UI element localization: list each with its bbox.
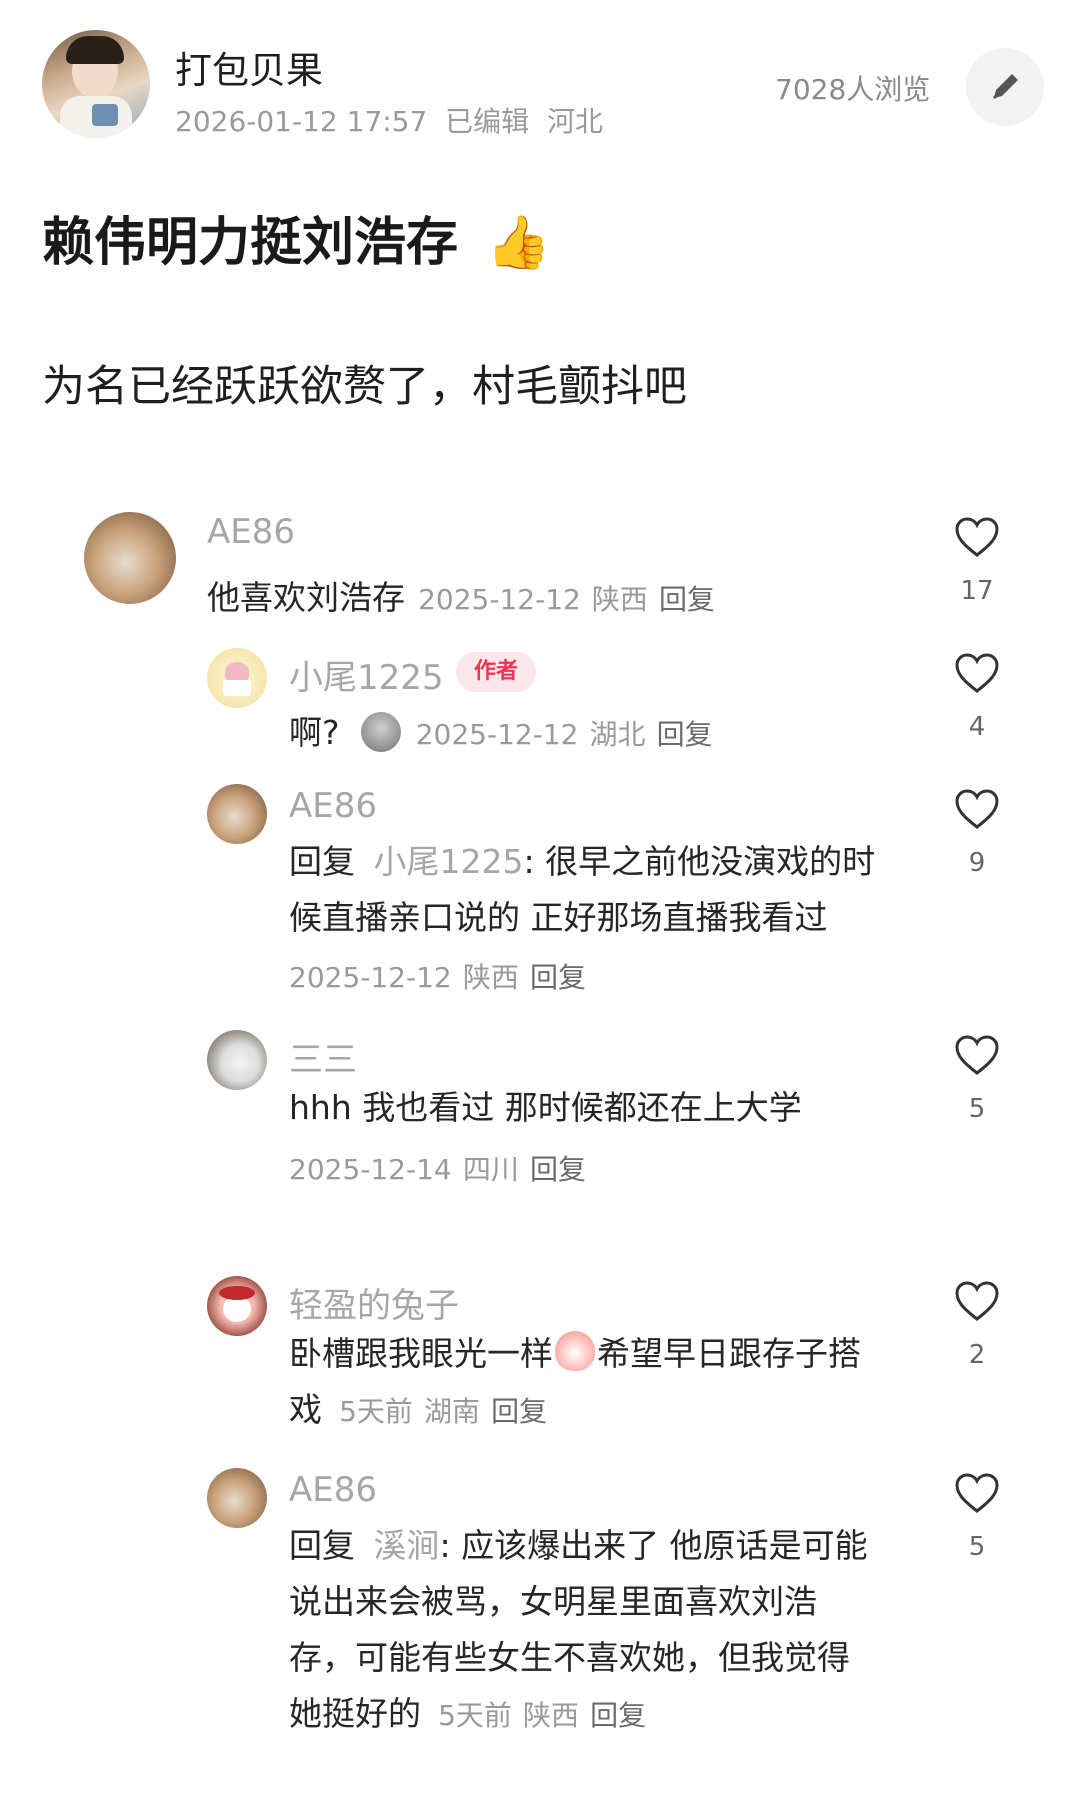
post-title-text: 赖伟明力挺刘浩存: [42, 213, 459, 273]
reply-to-user[interactable]: 溪涧: [374, 1526, 440, 1565]
avatar-ae86[interactable]: [207, 1468, 267, 1528]
comment-meta: 2025-12-14 四川 回复: [289, 1148, 586, 1188]
avatar-ae86[interactable]: [207, 784, 267, 844]
comment-location: 四川: [462, 1153, 519, 1186]
avatar-sansan[interactable]: [207, 1030, 267, 1090]
view-count: 7028人浏览: [775, 73, 931, 106]
post-meta: 2026-01-12 17:57 已编辑 河北: [175, 100, 603, 140]
comment-date: 2025-12-14: [289, 1153, 452, 1186]
like-count: 2: [968, 1340, 986, 1370]
comment-text: 啊?: [289, 713, 340, 752]
post-location: 河北: [546, 105, 603, 138]
avatar-xiaowei[interactable]: [207, 648, 267, 708]
reply-to-user[interactable]: 小尾1225: [374, 842, 524, 881]
like-count: 5: [968, 1094, 986, 1124]
author-name[interactable]: 打包贝果: [175, 40, 323, 94]
post-datetime: 2026-01-12 17:57: [175, 105, 428, 138]
comment-text-line: 卧槽跟我眼光一样: [289, 1334, 553, 1373]
post-content: 为名已经跃跃欲赘了，村毛颤抖吧: [42, 362, 687, 412]
comment-meta: 2025-12-12 陕西 回复: [289, 956, 586, 996]
comment-text: 回复 小尾1225: 很早之前他没演戏的时: [289, 834, 875, 890]
like-count: 4: [968, 712, 986, 742]
comment-date: 2025-12-12: [415, 718, 579, 751]
comment-location: 陕西: [523, 1699, 580, 1732]
comment-text: 他喜欢刘浩存: [207, 578, 405, 617]
comment-location: 湖南: [424, 1395, 481, 1428]
reply-prefix: 回复: [289, 842, 355, 881]
sticker-emoji: [360, 712, 401, 752]
reply-button[interactable]: 回复: [530, 961, 586, 994]
post-title: 赖伟明力挺刘浩存 👍: [42, 200, 551, 275]
comment-location: 陕西: [462, 961, 519, 994]
avatar-qingying[interactable]: [207, 1276, 267, 1336]
peach-emoji: [555, 1331, 595, 1371]
comment-line: 他喜欢刘浩存 2025-12-12 陕西 回复: [207, 570, 715, 626]
like-count: 17: [960, 576, 994, 606]
reply-button[interactable]: 回复: [590, 1699, 646, 1732]
thumbs-up-emoji: 👍: [486, 213, 551, 273]
like-count: 5: [968, 1532, 986, 1562]
like-count: 9: [968, 848, 986, 878]
reply-button[interactable]: 回复: [657, 718, 713, 751]
author-badge: 作者: [456, 652, 536, 692]
comment-username[interactable]: AE86: [207, 512, 295, 552]
heart-icon[interactable]: [954, 788, 1000, 830]
comment-text-line: : 应该爆出来了 他原话是可能: [439, 1526, 868, 1565]
comment-text: 回复 溪涧: 应该爆出来了 他原话是可能: [289, 1518, 868, 1574]
comment-username[interactable]: 小尾1225: [289, 650, 444, 699]
edit-button[interactable]: [966, 48, 1044, 126]
comment-text: 卧槽跟我眼光一样 希望早日跟存子搭: [289, 1326, 861, 1382]
comment-line: 她挺好的 5天前 陕西 回复: [289, 1686, 646, 1742]
comment-line: 戏 5天前 湖南 回复: [289, 1382, 547, 1438]
author-avatar[interactable]: [42, 30, 150, 138]
reply-button[interactable]: 回复: [491, 1395, 547, 1428]
edited-label: 已编辑: [445, 105, 530, 138]
comment-line: 啊? 2025-12-12 湖北 回复: [289, 705, 713, 761]
comment-username[interactable]: AE86: [289, 786, 377, 826]
heart-icon[interactable]: [954, 1280, 1000, 1322]
comment-text-line: 她挺好的: [289, 1694, 421, 1733]
heart-icon[interactable]: [954, 1034, 1000, 1076]
comment-date: 5天前: [339, 1395, 413, 1428]
pencil-icon: [992, 74, 1018, 100]
comment-text-line: 希望早日跟存子搭: [597, 1334, 861, 1373]
comment-text-line: 候直播亲口说的 正好那场直播我看过: [289, 898, 828, 937]
heart-icon[interactable]: [954, 516, 1000, 558]
comment-date: 2025-12-12: [418, 583, 581, 616]
comment-text: hhh 我也看过 那时候都还在上大学: [289, 1088, 802, 1127]
comment-date: 2025-12-12: [289, 961, 452, 994]
comment-username[interactable]: AE86: [289, 1470, 377, 1510]
heart-icon[interactable]: [954, 1472, 1000, 1514]
comment-username[interactable]: 三三: [289, 1032, 357, 1081]
comment-date: 5天前: [438, 1699, 512, 1732]
comment-location: 湖北: [589, 718, 646, 751]
comment-text-line: : 很早之前他没演戏的时: [523, 842, 876, 881]
heart-icon[interactable]: [954, 652, 1000, 694]
avatar-ae86[interactable]: [84, 512, 176, 604]
comment-location: 陕西: [591, 583, 648, 616]
comment-text-line: 存，可能有些女生不喜欢她，但我觉得: [289, 1638, 850, 1677]
comment-text-line: 戏: [289, 1390, 322, 1429]
reply-button[interactable]: 回复: [659, 583, 715, 616]
comment-text-line: 说出来会被骂，女明星里面喜欢刘浩: [289, 1582, 817, 1621]
reply-prefix: 回复: [289, 1526, 355, 1565]
comment-username[interactable]: 轻盈的兔子: [289, 1278, 459, 1327]
reply-button[interactable]: 回复: [530, 1153, 586, 1186]
